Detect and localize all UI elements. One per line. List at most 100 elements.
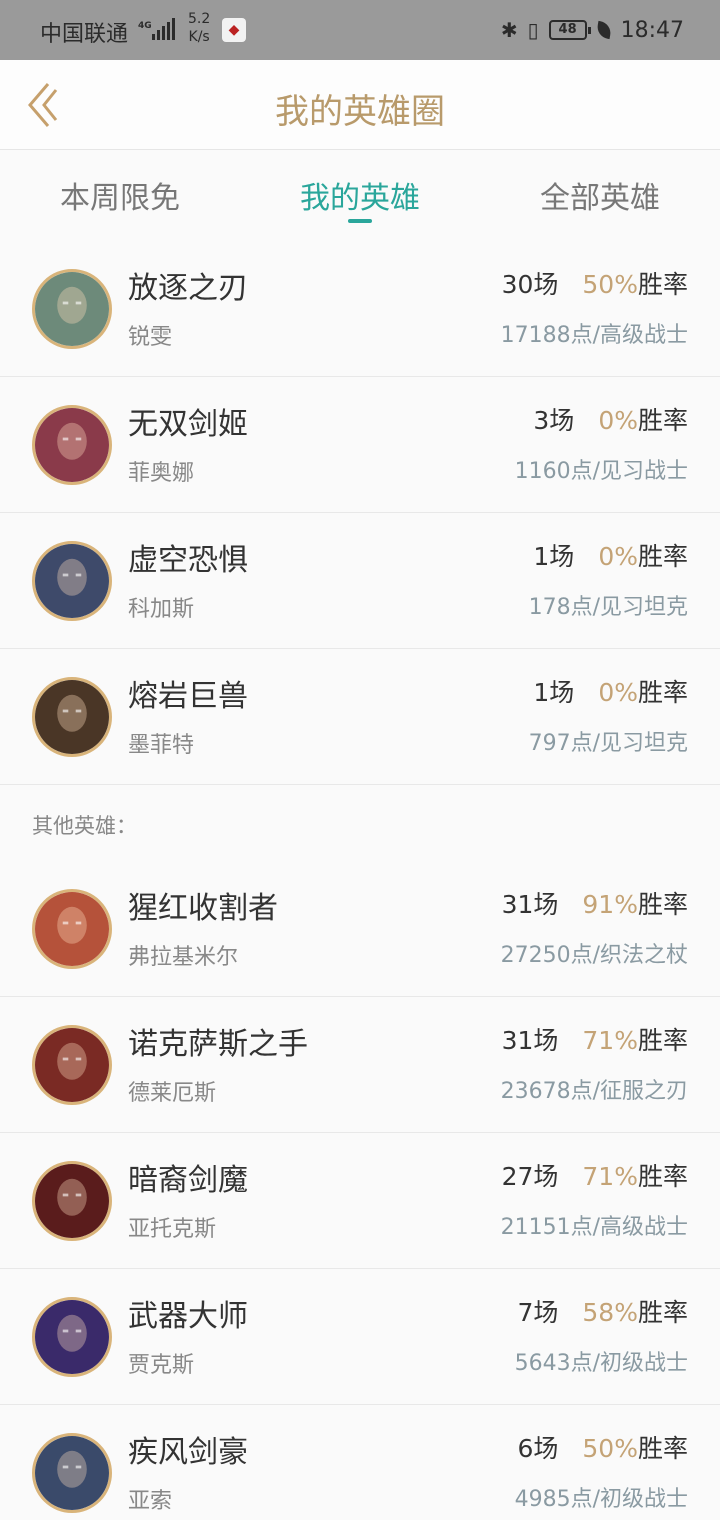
games-count: 3场 (533, 406, 575, 435)
games-count: 1场 (533, 542, 575, 571)
hero-avatar (32, 1433, 112, 1513)
hero-portrait-icon (35, 272, 109, 346)
games-count: 1场 (533, 678, 575, 707)
hero-row[interactable]: 虚空恐惧 科加斯 1场 0%胜率 178点/见习坦克 (0, 513, 720, 649)
hero-row[interactable]: 武器大师贾克斯 7场 58%胜率 5643点/初级战士 (0, 1269, 720, 1405)
hero-avatar (32, 889, 112, 969)
bluetooth-icon: ✱ (500, 18, 518, 42)
games-count: 31场 (501, 1026, 559, 1055)
hero-portrait-icon (35, 680, 109, 754)
other-heroes-label: 其他英雄： (32, 814, 137, 838)
hero-portrait-icon (35, 1300, 109, 1374)
vibrate-icon: ▯ (527, 18, 539, 42)
hero-row[interactable]: 熔岩巨兽墨菲特 1场 0%胜率 797点/见习坦克 (0, 649, 720, 785)
win-rate-label: 胜率 (637, 406, 688, 435)
win-rate-label: 胜率 (637, 270, 688, 299)
hero-stats: 1场 0%胜率 (504, 537, 688, 573)
hero-title: 疾风剑豪 (128, 1435, 248, 1470)
carrier-label: 中国联通 (40, 22, 129, 47)
win-rate-value: 0% (598, 678, 638, 707)
hero-portrait-icon (35, 544, 109, 618)
battery-icon: 48 (548, 20, 591, 40)
tab-all-heroes[interactable]: 全部英雄 (480, 173, 720, 217)
hero-title: 猩红收割者 (128, 891, 278, 926)
win-rate-value: 91% (582, 890, 638, 919)
hero-avatar (32, 405, 112, 485)
hero-title: 无双剑姬 (128, 407, 248, 442)
status-right: ✱ ▯ 48 18:47 (501, 14, 684, 46)
hero-stats: 1场 0%胜率 (504, 673, 688, 709)
hero-portrait-icon (35, 1028, 109, 1102)
win-rate-value: 71% (582, 1162, 638, 1191)
hero-avatar (32, 1161, 112, 1241)
win-rate-label: 胜率 (637, 542, 688, 571)
hero-points: 27250点/织法之杖 (500, 943, 688, 968)
hero-name: 锐雯 (128, 325, 173, 350)
hero-points: 797点/见习坦克 (528, 731, 688, 756)
hero-avatar (32, 1297, 112, 1377)
win-rate-value: 0% (598, 406, 638, 435)
clock: 18:47 (620, 17, 684, 43)
hero-points: 17188点/高级战士 (500, 323, 688, 348)
hero-stats: 3场 0%胜率 (504, 401, 688, 437)
hero-avatar (32, 541, 112, 621)
app-notification-icon: ◆ (222, 18, 246, 42)
win-rate-value: 58% (582, 1298, 638, 1327)
hero-title: 虚空恐惧 (128, 543, 248, 578)
win-rate-label: 胜率 (637, 1026, 688, 1055)
hero-name: 弗拉基米尔 (128, 945, 239, 970)
win-rate-label: 胜率 (637, 1298, 688, 1327)
hero-name: 墨菲特 (128, 733, 195, 758)
hero-name: 贾克斯 (128, 1353, 195, 1378)
hero-points: 23678点/征服之刃 (500, 1079, 688, 1104)
games-count: 7场 (517, 1298, 559, 1327)
hero-points: 4985点/初级战士 (514, 1487, 688, 1512)
win-rate-label: 胜率 (637, 1162, 688, 1191)
hero-avatar (32, 269, 112, 349)
app-header: 我的英雄圈 (0, 60, 720, 150)
hero-row[interactable]: 暗裔剑魔亚托克斯 27场 71%胜率 21151点/高级战士 (0, 1133, 720, 1269)
win-rate-label: 胜率 (637, 890, 688, 919)
hero-name: 亚托克斯 (128, 1217, 217, 1242)
network-speed: 5.2 K/s (188, 11, 211, 45)
hero-title: 武器大师 (128, 1299, 248, 1334)
hero-name: 亚索 (128, 1489, 173, 1514)
hero-stats: 27场 71%胜率 (488, 1157, 688, 1193)
hero-points: 5643点/初级战士 (514, 1351, 688, 1376)
tab-weekly-free[interactable]: 本周限免 (0, 173, 240, 217)
win-rate-label: 胜率 (637, 1434, 688, 1463)
hero-name: 德莱厄斯 (128, 1081, 217, 1106)
games-count: 30场 (501, 270, 559, 299)
hero-name: 菲奥娜 (128, 461, 195, 486)
win-rate-value: 50% (582, 1434, 638, 1463)
hero-name: 科加斯 (128, 597, 195, 622)
signal-icon: 4G (138, 18, 175, 40)
win-rate-value: 0% (598, 542, 638, 571)
hero-portrait-icon (35, 892, 109, 966)
hero-points: 21151点/高级战士 (500, 1215, 688, 1240)
hero-title: 诺克萨斯之手 (128, 1027, 308, 1062)
hero-portrait-icon (35, 1164, 109, 1238)
win-rate-value: 50% (582, 270, 638, 299)
hero-portrait-icon (35, 1436, 109, 1510)
hero-title: 熔岩巨兽 (128, 679, 248, 714)
hero-row[interactable]: 放逐之刃锐雯 30场 50%胜率 17188点/高级战士 (0, 241, 720, 377)
hero-title: 放逐之刃 (128, 271, 248, 306)
hero-row[interactable]: 无双剑姬 菲奥娜 3场 0%胜率 1160点/见习战士 (0, 377, 720, 513)
status-bar: 中国联通 4G 5.2 K/s ◆ ✱ ▯ 48 18:47 (0, 0, 720, 60)
games-count: 31场 (501, 890, 559, 919)
win-rate-label: 胜率 (637, 678, 688, 707)
tab-my-heroes[interactable]: 我的英雄 (240, 173, 480, 217)
hero-title: 暗裔剑魔 (128, 1163, 248, 1198)
hero-row[interactable]: 猩红收割者弗拉基米尔 31场 91%胜率 27250点/织法之杖 (0, 861, 720, 997)
hero-row[interactable]: 诺克萨斯之手德莱厄斯 31场 71%胜率 23678点/征服之刃 (0, 997, 720, 1133)
hero-stats: 30场 50%胜率 (488, 265, 688, 301)
hero-stats: 6场 50%胜率 (488, 1429, 689, 1465)
tab-active-indicator (348, 219, 372, 223)
hero-avatar (32, 677, 112, 757)
hero-avatar (32, 1025, 112, 1105)
hero-stats: 7场 58%胜率 (488, 1293, 689, 1329)
hero-row[interactable]: 疾风剑豪亚索 6场 50%胜率 4985点/初级战士 (0, 1405, 720, 1520)
hero-stats: 31场 71%胜率 (488, 1021, 688, 1057)
hero-stats: 31场 91%胜率 (488, 885, 688, 921)
